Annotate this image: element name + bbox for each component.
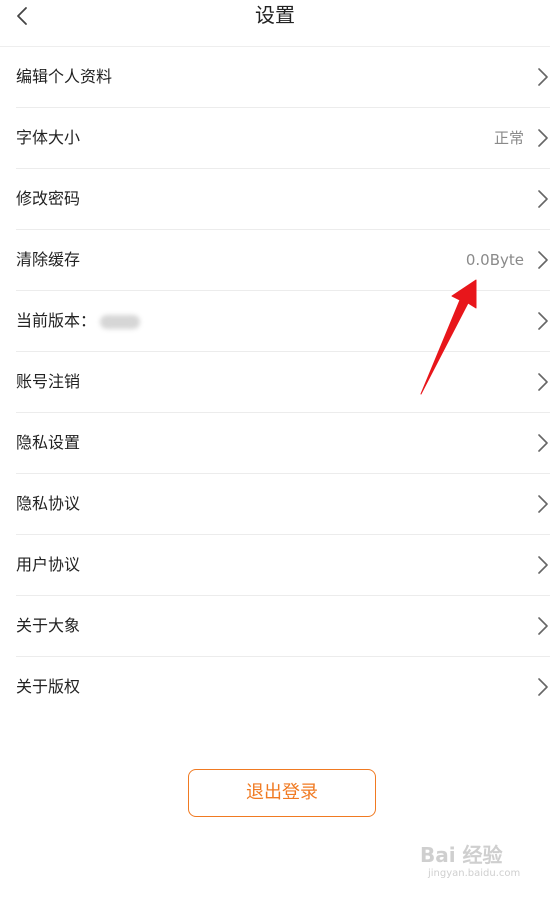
settings-item-label: 关于版权 bbox=[16, 677, 81, 696]
settings-item-privacy-policy[interactable]: 隐私协议 bbox=[16, 474, 550, 535]
top-bar: 设置 bbox=[0, 0, 550, 47]
page-title: 设置 bbox=[255, 3, 295, 27]
settings-item-change-password[interactable]: 修改密码 bbox=[16, 169, 550, 230]
chevron-right-icon bbox=[538, 678, 548, 696]
chevron-right-icon bbox=[538, 190, 548, 208]
settings-item-label: 隐私协议 bbox=[16, 494, 81, 513]
chevron-right-icon bbox=[538, 129, 548, 147]
settings-item-label: 字体大小 bbox=[16, 128, 81, 147]
chevron-right-icon bbox=[538, 312, 548, 330]
chevron-right-icon bbox=[538, 495, 548, 513]
blurred-version-number bbox=[100, 314, 141, 329]
settings-item-label: 当前版本： bbox=[16, 291, 141, 351]
settings-item-label: 关于大象 bbox=[16, 616, 81, 635]
logout-button[interactable]: 退出登录 bbox=[188, 769, 376, 817]
settings-item-font-size[interactable]: 字体大小 正常 bbox=[16, 108, 550, 169]
settings-item-delete-account[interactable]: 账号注销 bbox=[16, 352, 550, 413]
settings-item-label: 用户协议 bbox=[16, 555, 81, 574]
chevron-right-icon bbox=[538, 68, 548, 86]
watermark-url: jingyan.baidu.com bbox=[428, 868, 521, 879]
watermark-logo-text: Bai 经验 bbox=[420, 843, 503, 867]
settings-item-copyright[interactable]: 关于版权 bbox=[16, 657, 550, 717]
chevron-right-icon bbox=[538, 251, 548, 269]
settings-item-privacy-settings[interactable]: 隐私设置 bbox=[16, 413, 550, 474]
cache-size-value: 0.0Byte bbox=[465, 251, 524, 269]
settings-item-current-version[interactable]: 当前版本： bbox=[16, 291, 550, 352]
version-label: 当前版本： bbox=[16, 311, 97, 330]
chevron-right-icon bbox=[538, 556, 548, 574]
settings-item-label: 清除缓存 bbox=[16, 250, 81, 269]
settings-item-edit-profile[interactable]: 编辑个人资料 bbox=[16, 47, 550, 108]
settings-item-about[interactable]: 关于大象 bbox=[16, 596, 550, 657]
settings-list: 编辑个人资料 字体大小 正常 修改密码 清除缓存 0.0Byte 当前版本： 账… bbox=[0, 47, 550, 717]
settings-item-user-agreement[interactable]: 用户协议 bbox=[16, 535, 550, 596]
chevron-right-icon bbox=[538, 373, 548, 391]
baidu-jingyan-watermark: Bai 经验 jingyan.baidu.com bbox=[420, 842, 530, 890]
settings-item-label: 修改密码 bbox=[16, 189, 81, 208]
font-size-value: 正常 bbox=[493, 129, 524, 147]
chevron-right-icon bbox=[538, 617, 548, 635]
settings-item-label: 账号注销 bbox=[16, 372, 81, 391]
settings-item-label: 隐私设置 bbox=[16, 433, 81, 452]
settings-item-label: 编辑个人资料 bbox=[16, 67, 113, 86]
chevron-right-icon bbox=[538, 434, 548, 452]
settings-item-clear-cache[interactable]: 清除缓存 0.0Byte bbox=[16, 230, 550, 291]
